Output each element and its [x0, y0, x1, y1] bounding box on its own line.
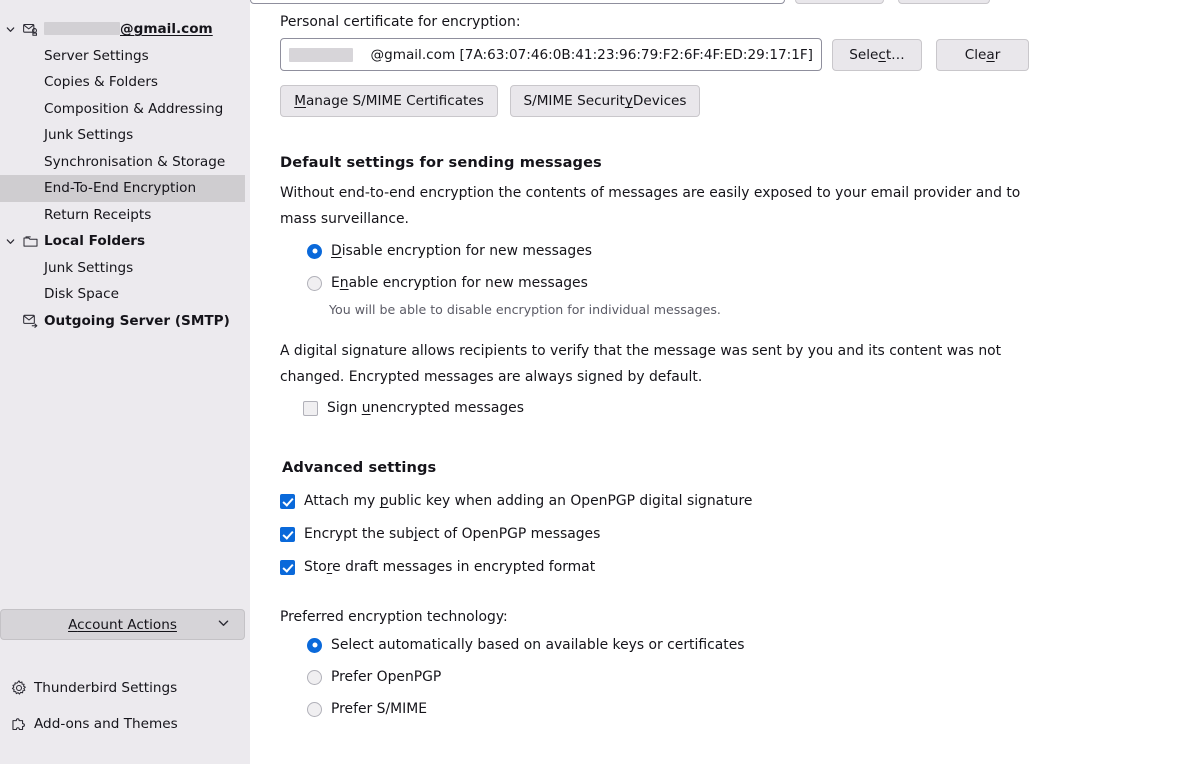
checkbox-encrypt-subject[interactable]: Encrypt the subject of OpenPGP messages — [280, 526, 1199, 542]
folder-icon — [20, 235, 41, 248]
signing-select-button-cutoff[interactable] — [795, 0, 885, 4]
sidebar-item-composition-addressing[interactable]: Composition & Addressing — [0, 96, 250, 123]
radio-indicator — [307, 637, 322, 653]
checkbox-label: Encrypt the subject of OpenPGP messages — [304, 526, 601, 542]
preferred-encryption-label: Preferred encryption technology: — [280, 609, 508, 625]
end-to-end-encryption-pane: Personal certificate for encryption: @gm… — [250, 0, 1199, 764]
radio-label: Enable encryption for new messages — [331, 275, 588, 291]
sidebar-footer: Thunderbird Settings Add-ons and Themes — [0, 640, 250, 764]
sidebar-account-label: @gmail.com — [41, 21, 213, 37]
account-tree: @gmail.com Server Settings Copies & Fold… — [0, 0, 250, 334]
encryption-certificate-value: @gmail.com [7A:63:07:46:0B:41:23:96:79:F… — [370, 46, 813, 63]
clear-certificate-button[interactable]: Cle a r — [936, 38, 1029, 71]
radio-label: Prefer S/MIME — [331, 701, 427, 717]
radio-label: Prefer OpenPGP — [331, 669, 442, 685]
sidebar: @gmail.com Server Settings Copies & Fold… — [0, 0, 250, 764]
sidebar-item-return-receipts[interactable]: Return Receipts — [0, 202, 250, 229]
sidebar-item-local-junk-settings[interactable]: Junk Settings — [0, 255, 250, 282]
twisty-expanded-icon[interactable] — [0, 24, 20, 35]
sidebar-item-synchronisation-storage[interactable]: Synchronisation & Storage — [0, 149, 250, 176]
signing-certificate-field-cutoff[interactable] — [250, 0, 786, 4]
encryption-certificate-field[interactable]: @gmail.com [7A:63:07:46:0B:41:23:96:79:F… — [280, 38, 822, 71]
puzzle-piece-icon — [6, 716, 32, 732]
smime-buttons-row: Manage S/MIME Certificates S/MIME Securi… — [280, 85, 1199, 117]
checkbox-label: Sign unencrypted messages — [327, 400, 524, 416]
select-certificate-button[interactable]: Sele c t… — [832, 38, 922, 71]
twisty-expanded-icon[interactable] — [0, 236, 20, 247]
account-actions-container: Account Actions — [0, 609, 250, 640]
radio-prefer-smime[interactable]: Prefer S/MIME — [307, 701, 1199, 717]
default-settings-heading: Default settings for sending messages — [280, 154, 602, 171]
radio-prefer-openpgp[interactable]: Prefer OpenPGP — [307, 669, 1199, 685]
thunderbird-settings-link[interactable]: Thunderbird Settings — [0, 670, 250, 706]
smime-security-devices-button[interactable]: S/MIME Securit y Devices — [510, 85, 700, 117]
radio-indicator — [307, 669, 322, 685]
checkbox-label: Attach my public key when adding an Open… — [304, 493, 753, 509]
sidebar-item-outgoing-server[interactable]: Outgoing Server (SMTP) — [0, 308, 250, 335]
outgoing-server-icon — [20, 314, 41, 328]
checkbox-attach-public-key[interactable]: Attach my public key when adding an Open… — [280, 493, 1199, 509]
digital-signature-paragraph: A digital signature allows recipients to… — [280, 343, 1002, 385]
signing-certificate-row-cutoff — [250, 0, 990, 4]
sidebar-item-copies-folders[interactable]: Copies & Folders — [0, 69, 250, 96]
default-settings-paragraph: Without end-to-end encryption the conten… — [280, 185, 1021, 227]
advanced-settings-heading: Advanced settings — [282, 459, 437, 476]
addons-themes-link[interactable]: Add-ons and Themes — [0, 706, 250, 742]
account-actions-label: Account Actions — [68, 616, 177, 633]
checkbox-sign-unencrypted-messages[interactable]: Sign unencrypted messages — [303, 400, 1199, 416]
sidebar-local-folders-root[interactable]: Local Folders — [0, 228, 250, 255]
account-actions-button[interactable]: Account Actions — [0, 609, 245, 640]
redacted-certificate-name — [289, 47, 354, 62]
sidebar-account-root[interactable]: @gmail.com — [0, 16, 250, 43]
checkbox-store-drafts-encrypted[interactable]: Store draft messages in encrypted format — [280, 559, 1199, 575]
sidebar-item-end-to-end-encryption[interactable]: End-To-End Encryption — [0, 175, 245, 202]
signing-clear-button-cutoff[interactable] — [898, 0, 990, 4]
radio-indicator — [307, 243, 322, 259]
encryption-certificate-label: Personal certificate for encryption: — [280, 14, 521, 30]
sidebar-item-disk-space[interactable]: Disk Space — [0, 281, 250, 308]
sidebar-item-server-settings[interactable]: Server Settings — [0, 43, 250, 70]
envelope-lock-icon — [20, 23, 41, 36]
settings-window: @gmail.com Server Settings Copies & Fold… — [0, 0, 1199, 764]
enable-encryption-hint: You will be able to disable encryption f… — [329, 302, 721, 317]
sidebar-item-junk-settings[interactable]: Junk Settings — [0, 122, 250, 149]
radio-enable-encryption[interactable]: Enable encryption for new messages — [307, 275, 1199, 291]
radio-indicator — [307, 275, 322, 291]
radio-label: Disable encryption for new messages — [331, 243, 593, 259]
radio-label: Select automatically based on available … — [331, 637, 745, 653]
checkbox-indicator — [280, 559, 295, 575]
encryption-certificate-row: @gmail.com [7A:63:07:46:0B:41:23:96:79:F… — [280, 38, 1199, 71]
checkbox-indicator — [303, 400, 318, 416]
checkbox-indicator — [280, 526, 295, 542]
checkbox-indicator — [280, 493, 295, 509]
gear-icon — [6, 680, 32, 696]
radio-select-automatically[interactable]: Select automatically based on available … — [307, 637, 1199, 653]
chevron-down-icon — [217, 616, 230, 633]
redacted-account-name — [44, 22, 120, 36]
radio-disable-encryption[interactable]: Disable encryption for new messages — [307, 243, 1199, 259]
checkbox-label: Store draft messages in encrypted format — [304, 559, 596, 575]
radio-indicator — [307, 701, 322, 717]
manage-smime-certificates-button[interactable]: Manage S/MIME Certificates — [280, 85, 498, 117]
